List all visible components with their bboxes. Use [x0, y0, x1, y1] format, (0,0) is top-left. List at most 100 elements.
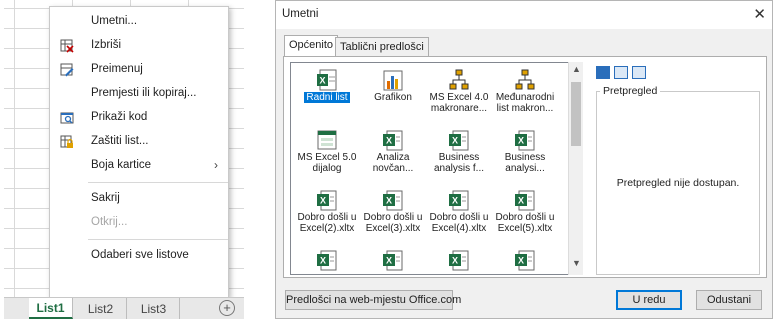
svg-text:X: X	[319, 76, 325, 86]
template-item[interactable]: X	[493, 247, 557, 274]
tab-panel-general: X Radni list Grafikon MS Excel 4.0 makronar…	[283, 56, 767, 278]
svg-text:X: X	[386, 196, 392, 206]
svg-text:X: X	[518, 136, 524, 146]
template-item[interactable]: X Dobro došli u Excel(4).xltx	[427, 187, 491, 239]
add-sheet-icon[interactable]: +	[219, 300, 235, 316]
dialog-title: Umetni	[282, 8, 319, 20]
menu-item-delete[interactable]: Izbriši	[50, 35, 228, 57]
menu-item-insert[interactable]: Umetni...	[50, 11, 228, 33]
insert-dialog: Umetni ✕ Općenito Tablični predlošci X Ra…	[275, 0, 773, 319]
sheet-tab-list1[interactable]: List1	[29, 298, 73, 319]
template-icon: X	[317, 249, 337, 271]
svg-text:X: X	[452, 136, 458, 146]
menu-item-tab-color[interactable]: Boja kartice ›	[50, 155, 228, 177]
svg-text:X: X	[452, 256, 458, 266]
template-item[interactable]: X Radni list	[295, 67, 359, 119]
macro-sheet-icon	[449, 69, 469, 91]
scroll-up-icon[interactable]: ▲	[569, 64, 584, 79]
template-item-label: Dobro došli u Excel(3).xltx	[363, 212, 423, 234]
template-item-label: Business analysis f...	[433, 152, 485, 174]
template-list[interactable]: X Radni list Grafikon MS Excel 4.0 makronar…	[290, 62, 575, 275]
template-icon: X	[515, 189, 535, 211]
template-item-label: Business analysi...	[504, 152, 546, 174]
template-icon: X	[383, 189, 403, 211]
svg-text:X: X	[320, 196, 326, 206]
template-item[interactable]: X Business analysis f...	[427, 127, 491, 179]
template-icon: X	[383, 129, 403, 151]
svg-text:X: X	[518, 256, 524, 266]
menu-separator	[88, 182, 228, 183]
dialog-title-bar: Umetni ✕	[276, 1, 772, 29]
chevron-right-icon: ›	[214, 158, 218, 172]
template-icon: X	[383, 249, 403, 271]
template-item[interactable]: Grafikon	[361, 67, 425, 119]
menu-item-view-code[interactable]: Prikaži kod	[50, 107, 228, 129]
tab-spreadsheet-templates[interactable]: Tablični predlošci	[335, 37, 429, 57]
cancel-button[interactable]: Odustani	[696, 290, 762, 310]
template-item[interactable]: X Business analysi...	[493, 127, 557, 179]
sheet-tab-list2[interactable]: List2	[75, 298, 127, 319]
preview-legend: Pretpregled	[600, 85, 661, 97]
preview-message: Pretpregled nije dostupan.	[616, 177, 740, 189]
template-item-label: MS Excel 5.0 dijalog	[297, 152, 357, 174]
svg-text:X: X	[386, 136, 392, 146]
menu-item-select-all-sheets[interactable]: Odaberi sve listove	[50, 245, 228, 267]
details-icon[interactable]	[632, 66, 646, 79]
menu-item-hide[interactable]: Sakrij	[50, 188, 228, 210]
svg-text:X: X	[386, 256, 392, 266]
template-item[interactable]: X	[361, 247, 425, 274]
template-item[interactable]: X Analiza novčan...	[361, 127, 425, 179]
template-icon: X	[515, 249, 535, 271]
template-item[interactable]: X Dobro došli u Excel(3).xltx	[361, 187, 425, 239]
template-item[interactable]: Međunarodni list makron...	[493, 67, 557, 119]
macro-sheet-icon	[515, 69, 535, 91]
sheet-tab-list3[interactable]: List3	[128, 298, 180, 319]
rename-sheet-icon	[60, 63, 74, 77]
template-item[interactable]: X Dobro došli u Excel(2).xltx	[295, 187, 359, 239]
template-icon: X	[449, 129, 469, 151]
template-item[interactable]: MS Excel 5.0 dijalog	[295, 127, 359, 179]
template-item[interactable]: X	[427, 247, 491, 274]
template-icon: X	[515, 129, 535, 151]
tab-general[interactable]: Općenito	[284, 35, 339, 57]
template-item-label: Međunarodni list makron...	[495, 92, 555, 114]
sheet-tab-bar: List1 List2 List3 +	[4, 297, 244, 319]
list-icon[interactable]	[614, 66, 628, 79]
menu-separator	[88, 239, 228, 240]
chart-icon	[383, 69, 403, 91]
worksheet-icon: X	[317, 69, 337, 91]
menu-item-protect-sheet[interactable]: Zaštiti list...	[50, 131, 228, 153]
template-item-label: Grafikon	[374, 92, 412, 103]
svg-text:X: X	[452, 196, 458, 206]
template-item-label: Analiza novčan...	[372, 152, 414, 174]
menu-item-rename[interactable]: Preimenuj	[50, 59, 228, 81]
template-icon: X	[317, 189, 337, 211]
template-item[interactable]: MS Excel 4.0 makronare...	[427, 67, 491, 119]
close-icon[interactable]: ✕	[753, 5, 766, 23]
template-item-label: Dobro došli u Excel(4).xltx	[429, 212, 489, 234]
template-item[interactable]: X	[295, 247, 359, 274]
large-icons-icon[interactable]	[596, 66, 610, 79]
view-code-icon	[60, 111, 74, 125]
menu-item-move-copy[interactable]: Premjesti ili kopiraj...	[50, 83, 228, 105]
template-icon: X	[449, 249, 469, 271]
template-item-label: Dobro došli u Excel(5).xltx	[495, 212, 555, 234]
dialog-sheet-icon	[317, 129, 337, 151]
svg-text:X: X	[320, 256, 326, 266]
template-item[interactable]: X Dobro došli u Excel(5).xltx	[493, 187, 557, 239]
protect-sheet-icon	[60, 135, 74, 149]
template-list-scrollbar[interactable]: ▲ ▼	[568, 62, 583, 275]
delete-sheet-icon	[60, 39, 74, 53]
online-templates-button[interactable]: Predlošci na web-mjestu Office.com	[285, 290, 461, 310]
menu-item-unhide: Otkrij...	[91, 216, 128, 228]
scroll-down-icon[interactable]: ▼	[569, 258, 584, 273]
ok-button[interactable]: U redu	[616, 290, 682, 310]
svg-text:X: X	[518, 196, 524, 206]
template-item-label: MS Excel 4.0 makronare...	[429, 92, 489, 114]
excel-sheet-area: Umetni... Izbriši Preimenuj Premjesti il…	[4, 0, 244, 319]
template-icon: X	[449, 189, 469, 211]
scroll-thumb[interactable]	[571, 82, 581, 146]
sheet-context-menu: Umetni... Izbriši Preimenuj Premjesti il…	[49, 6, 229, 298]
template-item-label: Radni list	[304, 92, 350, 103]
template-item-label: Dobro došli u Excel(2).xltx	[297, 212, 357, 234]
